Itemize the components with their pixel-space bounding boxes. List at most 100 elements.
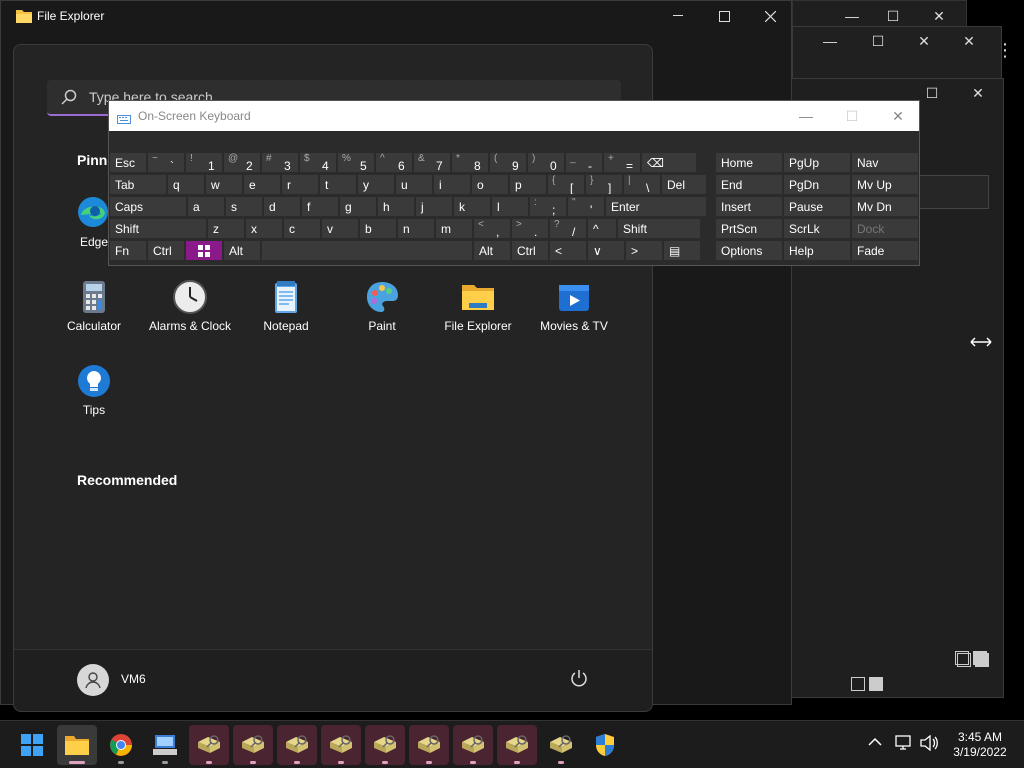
key[interactable]: | \: [623, 174, 661, 195]
key[interactable]: ^: [587, 218, 617, 239]
key[interactable]: y: [357, 174, 395, 195]
key[interactable]: o: [471, 174, 509, 195]
key[interactable]: ? /: [549, 218, 587, 239]
user-name[interactable]: VM6: [121, 672, 146, 686]
key[interactable]: + =: [603, 152, 641, 173]
key[interactable]: >: [625, 240, 663, 261]
key[interactable]: }]: [585, 174, 623, 195]
taskbar-app-window[interactable]: [541, 725, 581, 765]
nav-key[interactable]: Insert: [715, 196, 783, 217]
nav-key[interactable]: Nav: [851, 152, 919, 173]
key[interactable]: Enter: [605, 196, 707, 217]
view-toggle-main[interactable]: [851, 677, 883, 691]
key[interactable]: >.: [511, 218, 549, 239]
chevron-up-icon[interactable]: [868, 735, 882, 750]
nav-key[interactable]: Options: [715, 240, 783, 261]
taskbar-app-window[interactable]: [233, 725, 273, 765]
key[interactable]: ! 1: [185, 152, 223, 173]
key[interactable]: g: [339, 196, 377, 217]
key[interactable]: w: [205, 174, 243, 195]
background-window-2[interactable]: — ☐ ✕: [792, 0, 967, 28]
key[interactable]: ~ `: [147, 152, 185, 173]
taskbar-security[interactable]: [585, 725, 625, 765]
close-button[interactable]: [747, 1, 793, 31]
key[interactable]: f: [301, 196, 339, 217]
nav-key[interactable]: PrtScn: [715, 218, 783, 239]
key[interactable]: {[: [547, 174, 585, 195]
clock[interactable]: 3:45 AM 3/19/2022: [945, 730, 1015, 760]
app-notepad[interactable]: Notepad: [238, 279, 334, 333]
taskbar-app-window[interactable]: [453, 725, 493, 765]
key[interactable]: <: [549, 240, 587, 261]
nav-key[interactable]: Help: [783, 240, 851, 261]
more-options-icon[interactable]: ⋮: [996, 40, 1014, 61]
key[interactable]: Caps: [109, 196, 187, 217]
key[interactable]: r: [281, 174, 319, 195]
key[interactable]: * 8: [451, 152, 489, 173]
nav-key[interactable]: Mv Dn: [851, 196, 919, 217]
key[interactable]: i: [433, 174, 471, 195]
key[interactable]: k: [453, 196, 491, 217]
key[interactable]: :;: [529, 196, 567, 217]
key[interactable]: Alt: [473, 240, 511, 261]
close-icon[interactable]: ✕: [949, 27, 989, 55]
taskbar-app-window[interactable]: [189, 725, 229, 765]
key[interactable]: n: [397, 218, 435, 239]
nav-key[interactable]: Fade: [851, 240, 919, 261]
view-toggle-bg[interactable]: [955, 651, 987, 665]
app-calculator[interactable]: Calculator: [46, 279, 142, 333]
close-button[interactable]: ✕: [875, 101, 921, 131]
key[interactable]: & 7: [413, 152, 451, 173]
key[interactable]: Ctrl: [511, 240, 549, 261]
key[interactable]: q: [167, 174, 205, 195]
maximize-button[interactable]: [701, 1, 747, 31]
key[interactable]: p: [509, 174, 547, 195]
nav-key[interactable]: ScrLk: [783, 218, 851, 239]
key[interactable]: b: [359, 218, 397, 239]
tiles-view-icon[interactable]: [869, 677, 883, 691]
key[interactable]: Tab: [109, 174, 167, 195]
nav-key[interactable]: PgUp: [783, 152, 851, 173]
key[interactable]: h: [377, 196, 415, 217]
nav-key[interactable]: Pause: [783, 196, 851, 217]
key[interactable]: Alt: [223, 240, 261, 261]
taskbar-app-window[interactable]: [277, 725, 317, 765]
minimize-button[interactable]: [655, 1, 701, 31]
key[interactable]: s: [225, 196, 263, 217]
key[interactable]: l: [491, 196, 529, 217]
power-icon[interactable]: [569, 668, 589, 693]
key[interactable]: ⌫: [641, 152, 697, 173]
key[interactable]: e: [243, 174, 281, 195]
key[interactable]: " ': [567, 196, 605, 217]
key[interactable]: $4: [299, 152, 337, 173]
key[interactable]: % 5: [337, 152, 375, 173]
app-tips[interactable]: Tips: [46, 363, 142, 417]
details-view-icon[interactable]: [851, 677, 865, 691]
key[interactable]: v: [321, 218, 359, 239]
key[interactable]: z: [207, 218, 245, 239]
key[interactable]: Del: [661, 174, 707, 195]
taskbar-app-window[interactable]: [497, 725, 537, 765]
windows-key[interactable]: [185, 240, 223, 261]
tiles-view-icon[interactable]: [973, 651, 987, 665]
taskbar-osk[interactable]: [145, 725, 185, 765]
key[interactable]: <,: [473, 218, 511, 239]
app-movies-tv[interactable]: Movies & TV: [526, 279, 622, 333]
key[interactable]: #3: [261, 152, 299, 173]
key[interactable]: c: [283, 218, 321, 239]
key[interactable]: t: [319, 174, 357, 195]
taskbar-app-window[interactable]: [321, 725, 361, 765]
title-bar[interactable]: File Explorer: [1, 1, 791, 31]
key[interactable]: u: [395, 174, 433, 195]
osk-title-bar[interactable]: On-Screen Keyboard — ☐ ✕: [109, 101, 919, 131]
minimize-button[interactable]: —: [783, 101, 829, 131]
key[interactable]: (9: [489, 152, 527, 173]
taskbar-chrome[interactable]: [101, 725, 141, 765]
app-paint[interactable]: Paint: [334, 279, 430, 333]
volume-icon[interactable]: [919, 734, 939, 754]
nav-key[interactable]: Mv Up: [851, 174, 919, 195]
key[interactable]: Shift: [109, 218, 207, 239]
key[interactable]: ∨: [587, 240, 625, 261]
nav-key[interactable]: PgDn: [783, 174, 851, 195]
key[interactable]: j: [415, 196, 453, 217]
